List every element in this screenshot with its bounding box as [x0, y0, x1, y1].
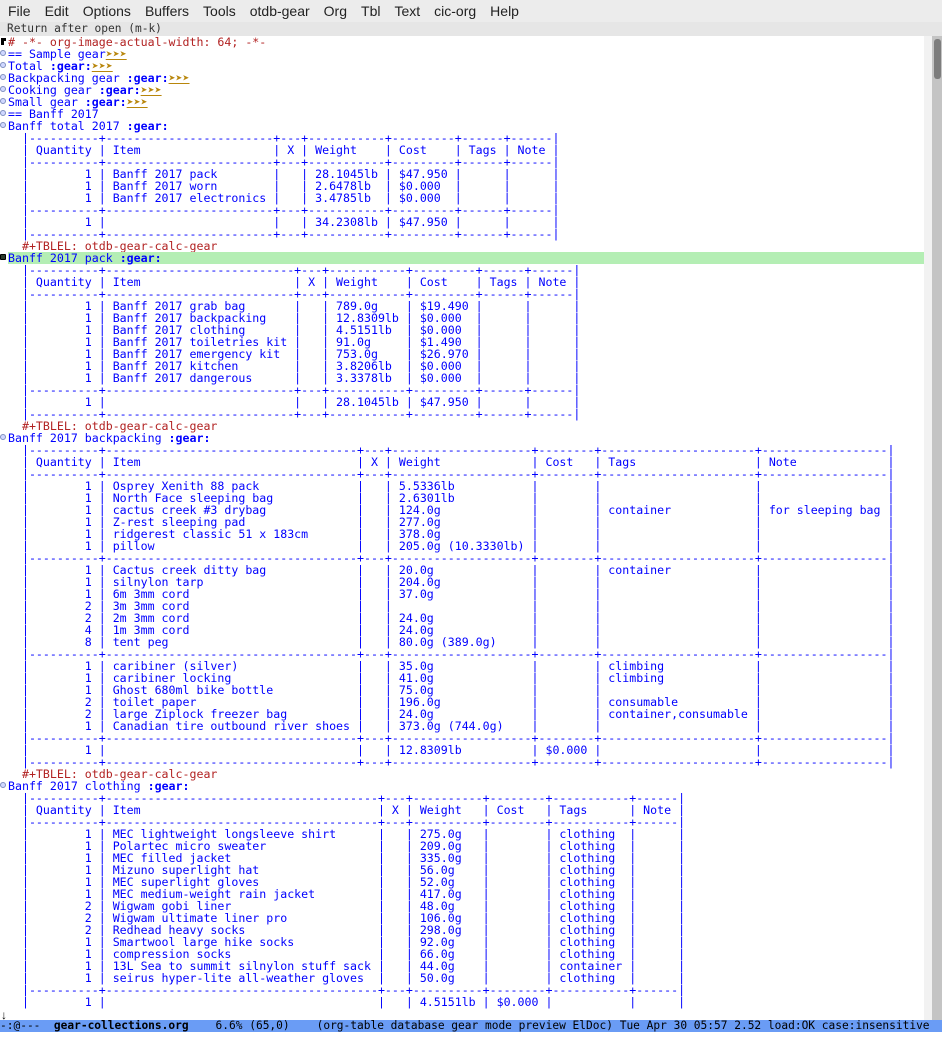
modeline-datetime: Tue Apr 30 05:57	[612, 1020, 728, 1032]
heading-bullet-icon[interactable]	[0, 122, 6, 128]
menu-text[interactable]: Text	[387, 0, 427, 22]
menu-file[interactable]: File	[0, 0, 38, 22]
left-fringe: ↓	[0, 36, 8, 1020]
vertical-scrollbar[interactable]	[932, 36, 942, 1020]
heading-bullet-icon[interactable]	[0, 62, 6, 68]
folded-ellipsis-icon[interactable]: ➤➤➤	[169, 71, 190, 85]
table-total-row[interactable]: | 1 | | | 4.5151lb | $0.000 | | |	[8, 996, 924, 1008]
menu-help[interactable]: Help	[483, 0, 526, 22]
menu-buffers[interactable]: Buffers	[138, 0, 196, 22]
file-local-variables-comment: # -*- org-image-actual-width: 64; -*-	[8, 36, 267, 49]
heading-bullet-icon[interactable]	[0, 434, 6, 440]
outline-heading[interactable]: == Sample gear➤➤➤	[0, 48, 924, 60]
minibuffer[interactable]	[0, 1032, 942, 1044]
text-area[interactable]: # -*- org-image-actual-width: 64; -*- == …	[0, 36, 924, 1008]
header-line: Return after open (m-k)	[0, 22, 942, 36]
heading-bullet-icon[interactable]	[0, 86, 6, 92]
menu-tools[interactable]: Tools	[196, 0, 243, 22]
folded-ellipsis-icon[interactable]: ➤➤➤	[127, 95, 148, 109]
heading-bullet-icon[interactable]	[0, 782, 6, 788]
heading-bullet-icon[interactable]	[0, 254, 6, 260]
right-fringe	[924, 36, 932, 1020]
menu-bar: File Edit Options Buffers Tools otdb-gear Org T…	[0, 0, 942, 22]
heading-bullet-icon[interactable]	[0, 98, 6, 104]
menu-options[interactable]: Options	[76, 0, 138, 22]
modeline-load: 2.52 load:OK case:insensitive	[727, 1020, 930, 1032]
heading-bullet-icon[interactable]	[0, 110, 6, 116]
modeline-buffer-name[interactable]: gear-collections.org	[54, 1020, 189, 1032]
menu-org[interactable]: Org	[317, 0, 354, 22]
modeline-position: 6.6% (65,0)	[188, 1020, 317, 1032]
heading-bullet-icon[interactable]	[0, 74, 6, 80]
modeline-modes[interactable]: (org-table database gear mode preview El…	[317, 1020, 613, 1032]
modeline-status: -:@---	[0, 1020, 54, 1032]
outline-heading[interactable]: Small gear :gear:➤➤➤	[0, 95, 924, 109]
editor-buffer[interactable]: ↓ # -*- org-image-actual-width: 64; -*- =…	[0, 36, 932, 1020]
menu-edit[interactable]: Edit	[38, 0, 76, 22]
menu-tbl[interactable]: Tbl	[354, 0, 387, 22]
heading-bullet-icon[interactable]	[0, 50, 6, 56]
more-below-arrow-icon: ↓	[1, 1008, 7, 1020]
menu-cic-org[interactable]: cic-org	[427, 0, 483, 22]
scrollbar-thumb[interactable]	[934, 39, 941, 79]
menu-otdb-gear[interactable]: otdb-gear	[243, 0, 317, 22]
top-of-buffer-icon	[1, 38, 6, 45]
mode-line: -:@--- gear-collections.org 6.6% (65,0) …	[0, 1020, 942, 1032]
